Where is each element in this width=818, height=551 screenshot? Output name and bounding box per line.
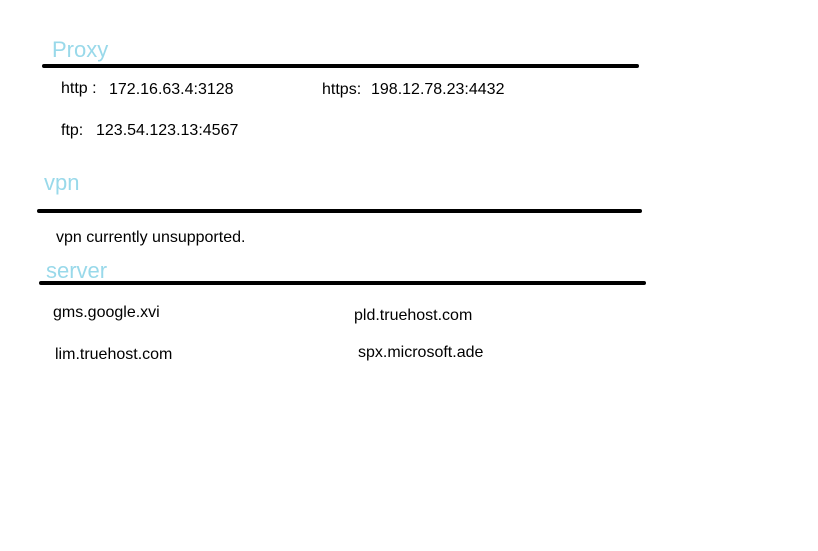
server-host-item: lim.truehost.com [55,346,173,363]
server-host-item: spx.microsoft.ade [358,344,484,361]
ftp-proxy-value: 123.54.123.13:4567 [96,122,239,139]
server-heading: server [46,258,108,283]
https-proxy-value: 198.12.78.23:4432 [371,81,505,98]
https-label: https: [322,81,362,98]
http-label: http : [61,80,97,97]
ftp-label: ftp: [61,122,84,139]
vpn-heading: vpn [44,170,80,195]
proxy-divider [42,64,639,68]
server-divider [39,281,646,285]
server-host-item: pld.truehost.com [354,307,473,324]
server-host-item: gms.google.xvi [53,304,160,321]
http-proxy-value: 172.16.63.4:3128 [109,81,234,98]
vpn-divider [37,209,642,213]
proxy-heading: Proxy [52,37,109,62]
vpn-status-message: vpn currently unsupported. [56,229,246,246]
